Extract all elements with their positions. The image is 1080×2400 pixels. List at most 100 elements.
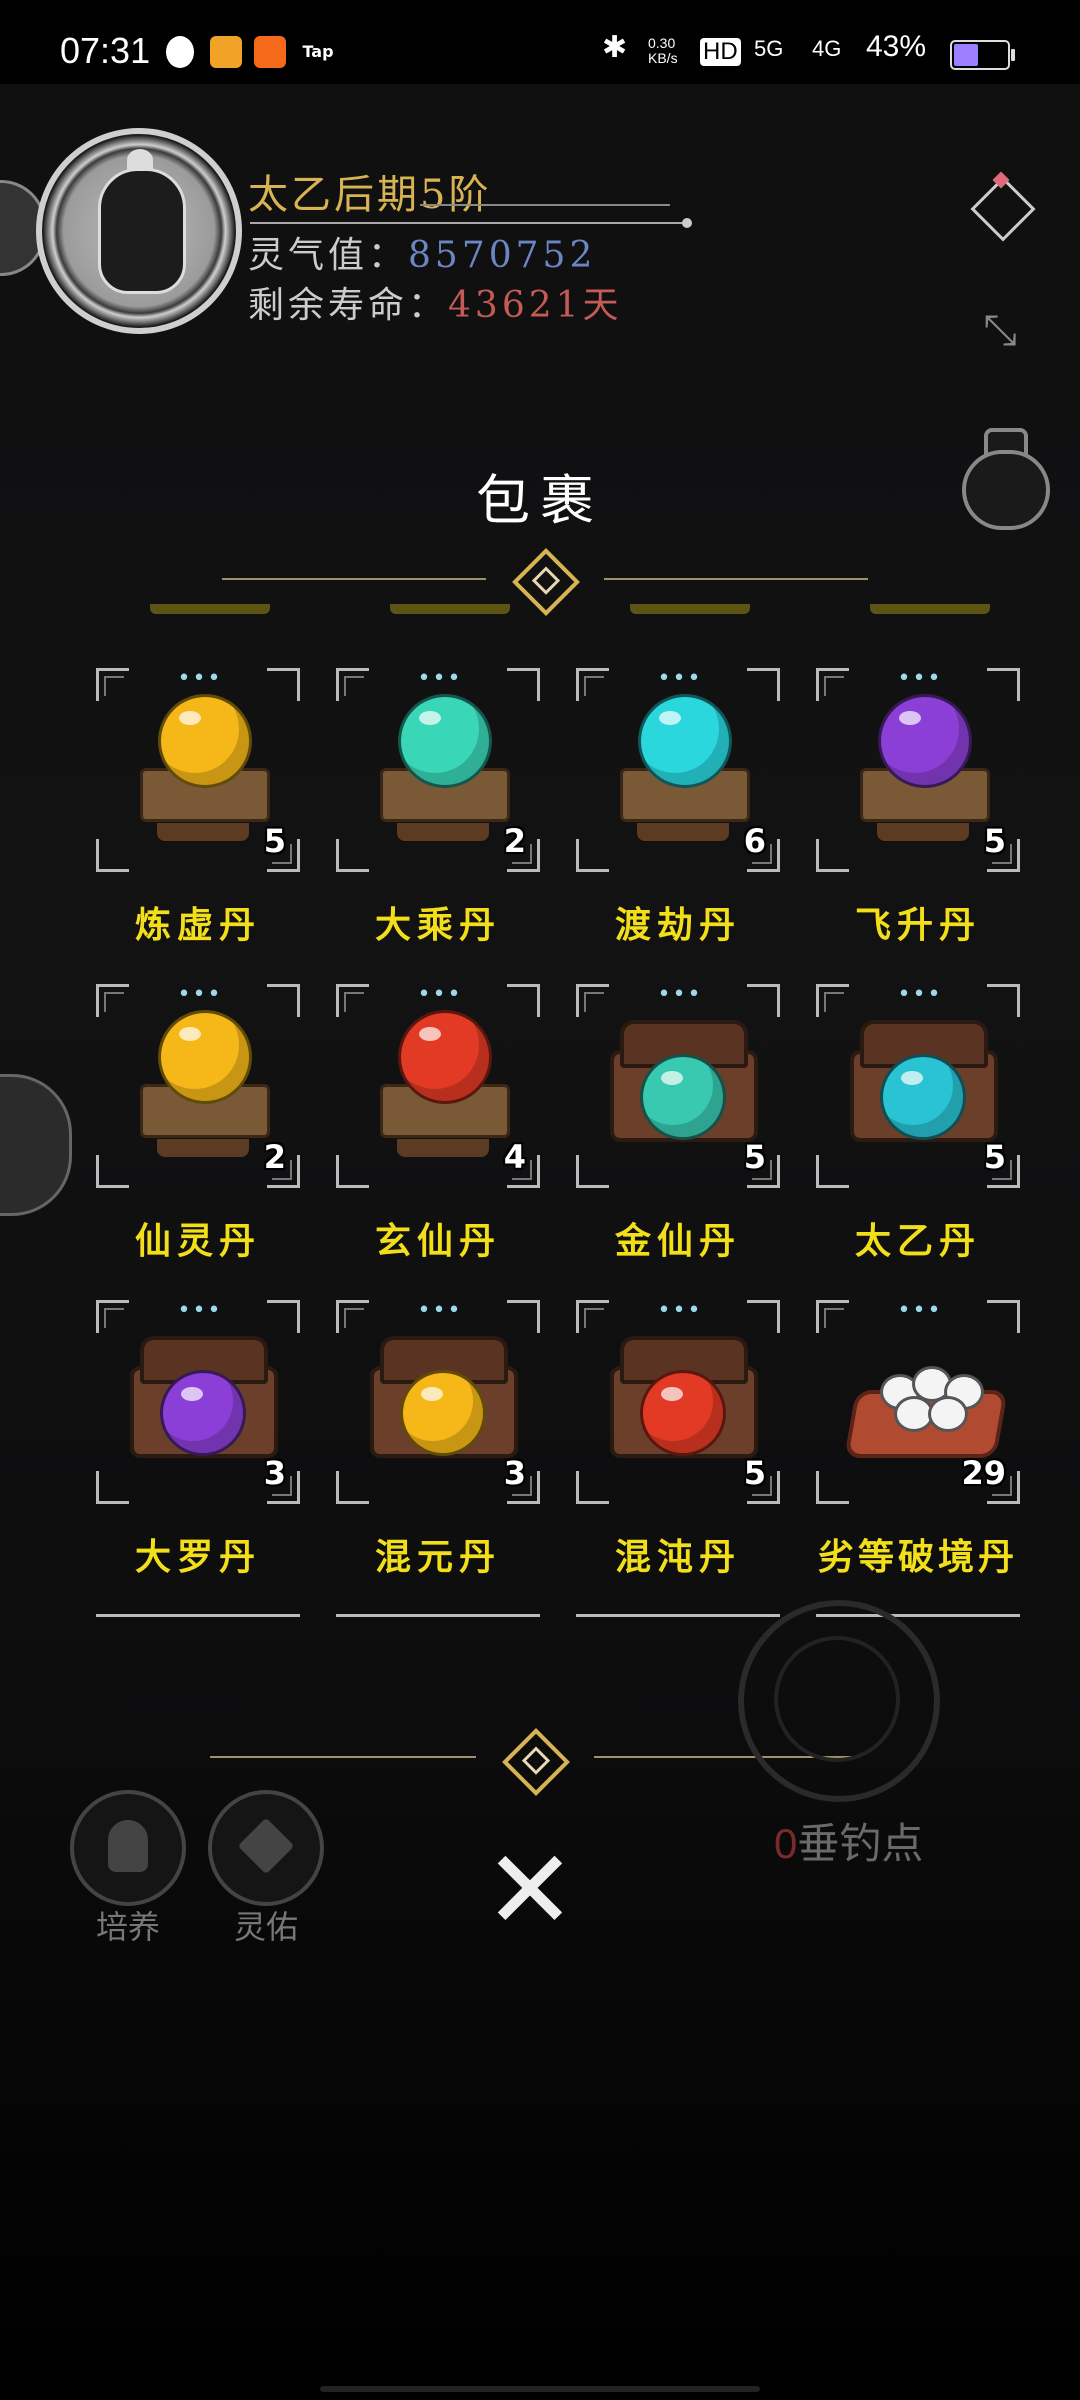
item-name: 仙灵丹 xyxy=(134,1220,261,1262)
item-name: 混元丹 xyxy=(374,1536,501,1578)
pill-icon xyxy=(370,1326,518,1476)
map-diamond-button[interactable] xyxy=(966,171,1036,242)
more-icon[interactable]: ••• xyxy=(658,666,703,691)
item-name: 飞升丹 xyxy=(854,904,981,946)
status-time: 07:31 xyxy=(60,30,151,71)
more-icon[interactable]: ••• xyxy=(418,1298,463,1323)
item-count: 5 xyxy=(263,822,286,860)
spirit-row: 灵气值：8570752 xyxy=(248,226,596,278)
life-label: 剩余寿命： xyxy=(248,285,449,326)
blessing-button[interactable] xyxy=(208,1790,324,1906)
title-divider-right xyxy=(604,578,868,580)
bag-item-slot[interactable]: ••• 3 混元丹 xyxy=(336,1298,540,1578)
pill-icon xyxy=(610,694,750,844)
pill-icon xyxy=(370,1010,510,1160)
more-icon[interactable]: ••• xyxy=(658,982,703,1007)
background xyxy=(0,0,1080,2400)
item-name: 渡劫丹 xyxy=(614,904,741,946)
life-row: 剩余寿命：43621天 xyxy=(248,276,623,328)
more-icon[interactable]: ••• xyxy=(898,1298,943,1323)
bag-item-slot[interactable]: ••• 2 大乘丹 xyxy=(336,666,540,946)
bag-item-slot[interactable]: ••• 6 渡劫丹 xyxy=(576,666,780,946)
bag-item-slot[interactable]: ••• 5 炼虚丹 xyxy=(96,666,300,946)
cultivate-button[interactable] xyxy=(70,1790,186,1906)
more-icon[interactable]: ••• xyxy=(178,982,223,1007)
item-count: 5 xyxy=(983,1138,1006,1176)
speed-value: 0.30 xyxy=(648,35,676,51)
realm-level: 太乙后期5阶 xyxy=(248,172,492,218)
gesture-bar xyxy=(320,2386,760,2392)
pill-icon xyxy=(370,694,510,844)
bag-item-slot[interactable]: ••• 4 玄仙丹 xyxy=(336,982,540,1262)
item-count: 5 xyxy=(743,1138,766,1176)
item-name: 混沌丹 xyxy=(614,1536,741,1578)
item-count: 29 xyxy=(961,1454,1006,1492)
fishing-koi-icon[interactable] xyxy=(738,1600,940,1802)
cultivate-label: 培养 xyxy=(96,1908,161,1946)
bag-item-slot[interactable]: ••• 2 仙灵丹 xyxy=(96,982,300,1262)
bag-item-slot[interactable]: ••• 3 大罗丹 xyxy=(96,1298,300,1578)
spirit-label: 灵气值： xyxy=(248,235,409,276)
bag-title: 包裹 xyxy=(476,469,604,532)
life-unit: 天 xyxy=(582,285,623,326)
item-count: 2 xyxy=(503,822,526,860)
bluetooth-icon: ✱ xyxy=(602,31,628,64)
battery-icon xyxy=(950,40,1015,70)
item-name: 玄仙丹 xyxy=(374,1220,501,1262)
item-count: 3 xyxy=(503,1454,526,1492)
bag-item-slot[interactable]: ••• 5 混沌丹 xyxy=(576,1298,780,1578)
pill-icon xyxy=(850,694,990,844)
hd-icon: HD xyxy=(700,38,741,66)
item-name: 大乘丹 xyxy=(374,904,501,946)
item-name: 炼虚丹 xyxy=(134,904,261,946)
title-divider-left xyxy=(222,578,486,580)
app-notif-icon xyxy=(210,36,242,68)
pill-icon xyxy=(850,1010,998,1160)
item-count: 4 xyxy=(503,1138,526,1176)
pill-icon xyxy=(130,1326,278,1476)
cultivator-face-icon xyxy=(98,149,186,294)
pill-icon xyxy=(130,694,270,844)
more-icon[interactable]: ••• xyxy=(418,666,463,691)
bottom-divider-left xyxy=(210,1756,476,1758)
header-divider-short xyxy=(420,204,670,206)
bag-item-slot[interactable]: ••• 29 劣等破境丹 xyxy=(816,1298,1020,1578)
item-count: 2 xyxy=(263,1138,286,1176)
shrink-icon[interactable]: ⤡ xyxy=(974,304,1026,356)
taobao-icon xyxy=(254,36,286,68)
item-name: 大罗丹 xyxy=(134,1536,261,1578)
spirit-value: 8570752 xyxy=(408,235,597,276)
item-count: 5 xyxy=(983,822,1006,860)
4g-signal-icon: 4G xyxy=(812,36,842,61)
pill-icon xyxy=(130,1010,270,1160)
k-app-icon xyxy=(166,36,194,68)
battery-percent: 43% xyxy=(866,30,927,63)
player-avatar[interactable] xyxy=(36,128,242,334)
item-name: 太乙丹 xyxy=(854,1220,981,1262)
header-divider-long xyxy=(250,218,692,228)
fishing-points: 0垂钓点 xyxy=(774,1810,923,1871)
fishing-count: 0 xyxy=(774,1820,798,1867)
close-icon[interactable]: ✕ xyxy=(480,1835,580,1945)
more-icon[interactable]: ••• xyxy=(178,666,223,691)
pill-icon xyxy=(610,1010,758,1160)
item-count: 5 xyxy=(743,1454,766,1492)
blessing-label: 灵佑 xyxy=(234,1908,299,1946)
item-count: 3 xyxy=(263,1454,286,1492)
more-icon[interactable]: ••• xyxy=(898,982,943,1007)
more-icon[interactable]: ••• xyxy=(418,982,463,1007)
more-icon[interactable]: ••• xyxy=(658,1298,703,1323)
item-name: 金仙丹 xyxy=(614,1220,741,1262)
item-name: 劣等破境丹 xyxy=(817,1536,1018,1578)
more-icon[interactable]: ••• xyxy=(178,1298,223,1323)
bag-item-slot[interactable]: ••• 5 太乙丹 xyxy=(816,982,1020,1262)
bag-item-slot[interactable]: ••• 5 金仙丹 xyxy=(576,982,780,1262)
pill-icon xyxy=(610,1326,758,1476)
tap-icon: Tap xyxy=(302,42,334,61)
more-icon[interactable]: ••• xyxy=(898,666,943,691)
speed-unit: KB/s xyxy=(648,50,678,66)
item-count: 6 xyxy=(743,822,766,860)
life-value: 43621 xyxy=(448,285,583,326)
5g-signal-icon: 5G xyxy=(754,36,784,61)
bag-item-slot[interactable]: ••• 5 飞升丹 xyxy=(816,666,1020,946)
